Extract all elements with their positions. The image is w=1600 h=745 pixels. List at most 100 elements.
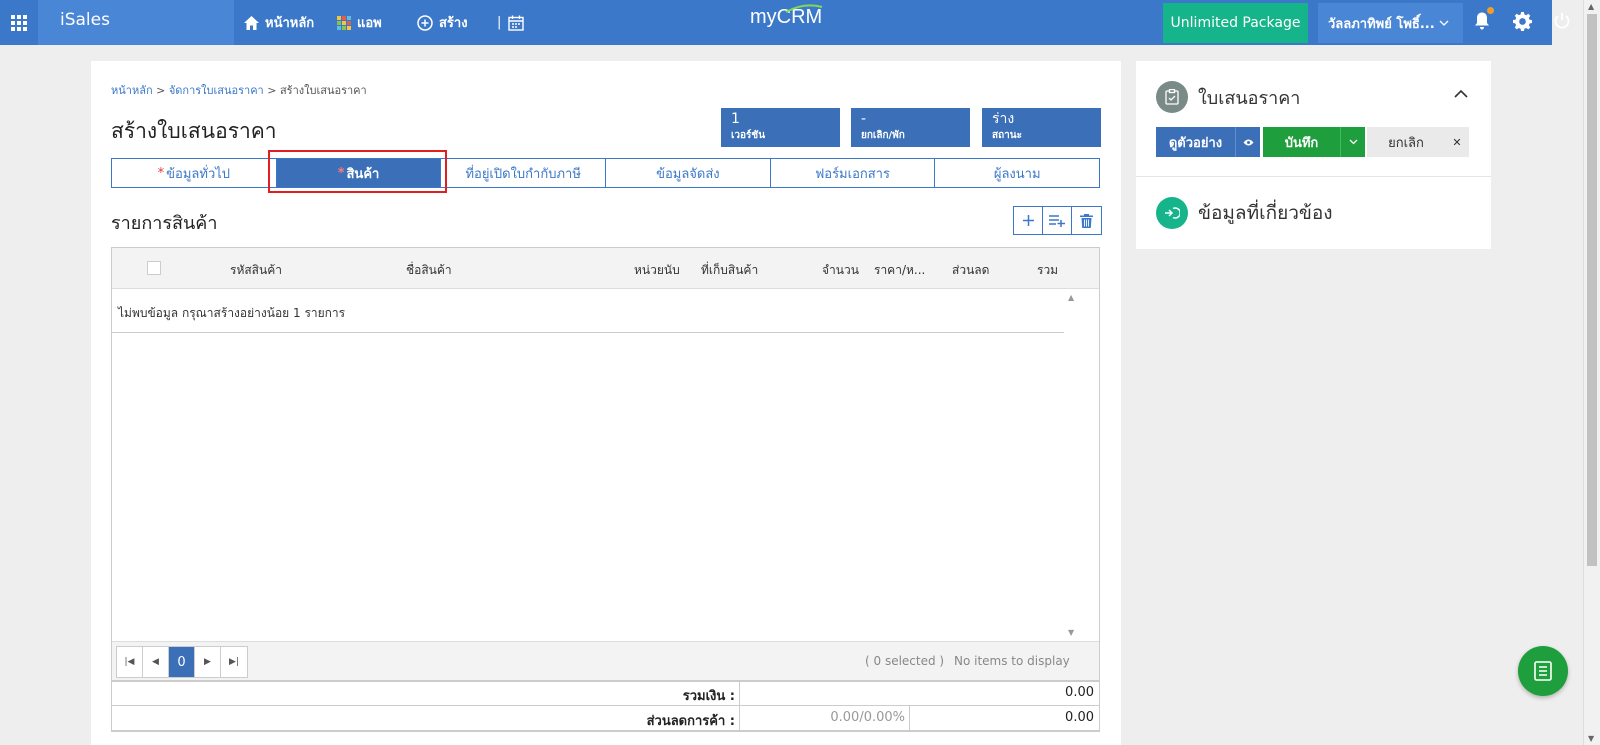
delete-item-button[interactable] — [1072, 207, 1101, 234]
user-menu[interactable]: วัลลภาทิพย์ โพธิ์... — [1318, 3, 1463, 43]
add-item-button[interactable] — [1014, 207, 1043, 234]
trash-icon — [1080, 213, 1093, 228]
document-icon — [1534, 661, 1552, 681]
col-discount[interactable]: ส่วนลด — [952, 261, 989, 280]
tab-billing-address[interactable]: ที่อยู่เปิดใบกำกับภาษี — [441, 159, 607, 187]
row-divider — [112, 332, 1064, 333]
last-page-icon[interactable]: ▶| — [221, 647, 247, 677]
close-button[interactable]: ✕ — [1445, 127, 1469, 157]
discount-percent-field[interactable]: 0.00/0.00% — [740, 706, 910, 730]
side-header: ใบเสนอราคา — [1156, 81, 1300, 113]
tab-document-form[interactable]: ฟอร์มเอกสาร — [771, 159, 936, 187]
breadcrumb-home[interactable]: หน้าหลัก — [111, 84, 153, 97]
link-icon — [1156, 197, 1188, 229]
collapse-chevron-icon[interactable] — [1454, 89, 1468, 98]
preview-button[interactable]: ดูตัวอย่าง — [1156, 127, 1235, 157]
col-product-code[interactable]: รหัสสินค้า — [230, 261, 282, 280]
discount-label: ส่วนลดการค้า : — [112, 706, 740, 730]
breadcrumb-separator: > — [156, 84, 166, 97]
stat-cancel-hold-value: - — [861, 111, 867, 127]
gear-icon[interactable] — [1513, 12, 1532, 31]
add-multiple-items-button[interactable] — [1043, 207, 1072, 234]
tab-general-info-label: ข้อมูลทั่วไป — [166, 166, 231, 182]
discount-value: 0.00 — [1065, 710, 1094, 725]
stat-status: ร่าง สถานะ — [982, 108, 1101, 147]
breadcrumb: หน้าหลัก > จัดการใบเสนอราคา > สร้างใบเสน… — [111, 81, 367, 99]
page-scroll-thumb[interactable] — [1587, 14, 1597, 566]
stat-status-label: สถานะ — [992, 130, 1022, 141]
grid-pager: |◀ ◀ 0 ▶ ▶| ( 0 selected ) No items to d… — [112, 641, 1099, 681]
breadcrumb-manage-quotation[interactable]: จัดการใบเสนอราคา — [169, 84, 264, 97]
tab-shipping-info[interactable]: ข้อมูลจัดส่ง — [606, 159, 771, 187]
col-product-name[interactable]: ชื่อสินค้า — [406, 261, 452, 280]
user-name: วัลลภาทิพย์ โพธิ์... — [1328, 16, 1435, 32]
save-button[interactable]: บันทึก — [1263, 127, 1340, 157]
select-all-checkbox[interactable] — [147, 261, 161, 275]
bell-icon[interactable] — [1474, 12, 1490, 30]
nav-apps[interactable]: แอพ — [337, 0, 382, 45]
col-warehouse[interactable]: ที่เก็บสินค้า — [701, 261, 758, 280]
side-divider — [1136, 176, 1491, 177]
clipboard-icon — [1156, 81, 1188, 113]
nav-create[interactable]: สร้าง — [417, 0, 468, 45]
calendar-icon[interactable] — [508, 0, 530, 45]
grid-header: รหัสสินค้า ชื่อสินค้า หน่วยนับ ที่เก็บสิ… — [112, 248, 1099, 289]
app-grid-icon[interactable] — [0, 0, 38, 45]
selected-count: ( 0 selected ) — [865, 654, 945, 668]
package-button[interactable]: Unlimited Package — [1163, 3, 1308, 43]
mycrm-logo: myCRM — [750, 4, 823, 29]
home-icon — [244, 15, 259, 30]
scroll-up-arrow-icon[interactable]: ▲ — [1068, 293, 1074, 302]
pager-buttons: |◀ ◀ 0 ▶ ▶| — [116, 646, 248, 678]
related-info[interactable]: ข้อมูลที่เกี่ยวข้อง — [1156, 197, 1333, 229]
nav-home-label: หน้าหลัก — [265, 16, 315, 31]
notification-dot — [1487, 7, 1494, 14]
brand-name[interactable]: iSales — [38, 0, 234, 45]
page-scroll-down-icon[interactable]: ▼ — [1588, 734, 1594, 743]
plus-circle-icon — [417, 14, 433, 31]
first-page-icon[interactable]: |◀ — [117, 647, 143, 677]
tab-general-info[interactable]: * ข้อมูลทั่วไป — [112, 159, 277, 187]
stat-version-label: เวอร์ชัน — [731, 130, 766, 141]
total-value: 0.00 — [1065, 685, 1094, 700]
grid-scrollbar[interactable]: ▲ ▼ — [1064, 289, 1080, 641]
required-marker: * — [157, 165, 165, 181]
col-unit[interactable]: หน่วยนับ — [634, 261, 680, 280]
page-title: สร้างใบเสนอราคา — [111, 119, 277, 143]
scroll-down-arrow-icon[interactable]: ▼ — [1068, 628, 1074, 637]
total-label: รวมเงิน : — [112, 681, 740, 705]
page-scroll-up-icon[interactable]: ▲ — [1588, 2, 1594, 11]
stat-cancel-hold-label: ยกเลิก/พัก — [861, 130, 905, 141]
totals-table: รวมเงิน : 0.00 ส่วนลดการค้า : 0.00/0.00%… — [111, 680, 1100, 732]
next-page-icon[interactable]: ▶ — [195, 647, 221, 677]
nav-home[interactable]: หน้าหลัก — [244, 0, 314, 45]
page-scrollbar[interactable]: ▲ ▼ — [1583, 0, 1600, 745]
stat-status-value: ร่าง — [992, 111, 1015, 127]
eye-icon[interactable] — [1235, 127, 1260, 157]
section-title: รายการสินค้า — [111, 213, 218, 234]
tab-signatory[interactable]: ผู้ลงนาม — [935, 159, 1099, 187]
stat-cancel-hold: - ยกเลิก/พัก — [851, 108, 970, 147]
discount-row: ส่วนลดการค้า : 0.00/0.00% 0.00 — [112, 706, 1099, 731]
nav-divider: | — [497, 15, 502, 30]
action-buttons: ดูตัวอย่าง บันทึก ยกเลิก ✕ — [1156, 127, 1469, 157]
stat-version-value: 1 — [731, 111, 740, 127]
power-icon[interactable] — [1554, 12, 1570, 30]
nav-create-label: สร้าง — [439, 16, 468, 31]
side-panel: ใบเสนอราคา ดูตัวอย่าง บันทึก ยกเลิก ✕ ข้… — [1136, 61, 1491, 249]
cancel-button[interactable]: ยกเลิก — [1367, 127, 1445, 157]
save-options-chevron-icon[interactable] — [1340, 127, 1365, 157]
current-page[interactable]: 0 — [169, 647, 195, 677]
notes-fab-button[interactable] — [1518, 646, 1568, 696]
col-unit-price[interactable]: ราคา/ห... — [874, 261, 925, 280]
stat-version: 1 เวอร์ชัน — [721, 108, 840, 147]
total-row: รวมเงิน : 0.00 — [112, 681, 1099, 706]
nav-apps-label: แอพ — [357, 16, 382, 31]
side-title: ใบเสนอราคา — [1198, 87, 1301, 109]
highlight-box — [268, 150, 447, 193]
prev-page-icon[interactable]: ◀ — [143, 647, 169, 677]
col-quantity[interactable]: จำนวน — [822, 261, 859, 280]
col-total[interactable]: รวม — [1037, 261, 1058, 280]
breadcrumb-current: สร้างใบเสนอราคา — [279, 84, 367, 97]
empty-message: ไม่พบข้อมูล กรุณาสร้างอย่างน้อย 1 รายการ — [118, 306, 346, 320]
